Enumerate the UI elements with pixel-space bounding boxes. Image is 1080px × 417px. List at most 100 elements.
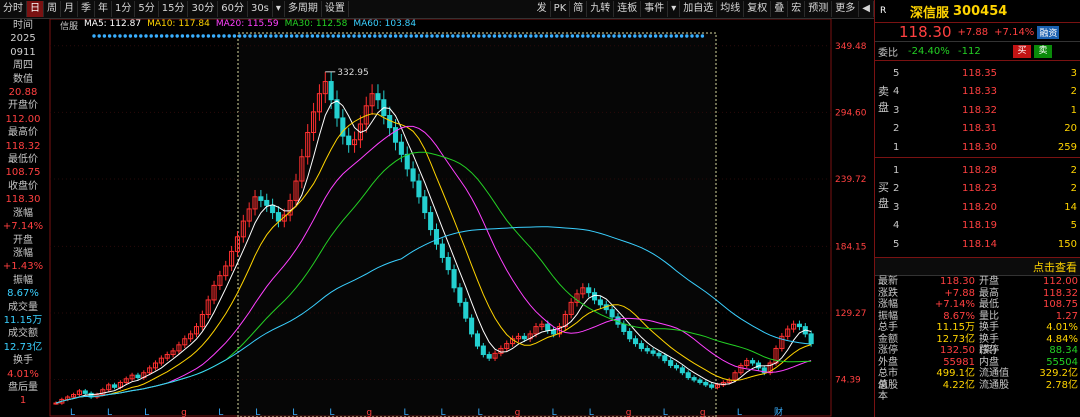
event-tag: L: [107, 408, 112, 417]
stat-label: 跌停: [979, 345, 999, 356]
tool-button[interactable]: 叠: [771, 1, 789, 17]
bid-level-row[interactable]: 1 118.28 2: [893, 161, 1079, 179]
bid-level-row[interactable]: 4 118.19 5: [893, 217, 1079, 235]
candle-body: [486, 354, 492, 359]
y-tick-label: 294.60: [835, 108, 867, 118]
tool-button[interactable]: 简: [570, 1, 588, 17]
ask-level-row[interactable]: 5 118.35 3: [893, 64, 1079, 82]
bid-level-row[interactable]: 3 118.20 14: [893, 198, 1079, 216]
candle-body: [545, 323, 551, 331]
bid-price: 118.19: [962, 220, 997, 231]
ask-level-row[interactable]: 1 118.30 259: [893, 138, 1079, 156]
stat-value: 112.00: [1043, 276, 1078, 287]
event-marker: [534, 34, 538, 38]
sell-button[interactable]: 卖: [1034, 44, 1052, 58]
tool-button[interactable]: ▾: [668, 1, 681, 17]
period-tab[interactable]: 日: [27, 1, 44, 17]
event-marker: [102, 34, 107, 38]
candle-body: [111, 384, 118, 388]
order-ratio-row: 委比 -24.40% -112 买 卖: [875, 42, 1080, 61]
candle-body: [474, 333, 481, 347]
event-marker: [539, 34, 543, 38]
info-label: 时间: [13, 20, 33, 31]
tool-button[interactable]: 发: [534, 1, 551, 17]
ask-level-row[interactable]: 4 118.33 2: [893, 83, 1079, 101]
ratio-label: 委比: [878, 47, 898, 59]
click-to-view[interactable]: 点击查看: [875, 257, 1080, 276]
period-tab[interactable]: 年: [95, 1, 112, 17]
ask-level-row[interactable]: 2 118.31 20: [893, 120, 1079, 138]
ask-level-row[interactable]: 3 118.32 1: [893, 101, 1079, 119]
info-value: 1: [19, 395, 27, 407]
tool-button[interactable]: 事件: [641, 1, 669, 17]
book-divider: [875, 157, 1080, 158]
event-marker: [581, 34, 585, 38]
event-marker: [191, 34, 195, 38]
event-marker: [321, 34, 325, 38]
candle-body: [697, 379, 703, 383]
click-to-view-label[interactable]: 点击查看: [1033, 259, 1077, 275]
period-tab[interactable]: 5分: [135, 1, 159, 17]
bid-price: 118.23: [962, 183, 997, 194]
event-marker: [638, 34, 642, 38]
info-label: 成交额: [8, 328, 38, 340]
bid-vol: 2: [1070, 164, 1077, 176]
period-tab[interactable]: ▾: [273, 1, 285, 17]
period-tab[interactable]: 季: [78, 1, 95, 17]
period-tab[interactable]: 15分: [159, 1, 189, 17]
tool-button[interactable]: PK: [551, 1, 571, 17]
event-marker: [471, 34, 476, 38]
candle-body: [750, 360, 756, 364]
bid-level-row[interactable]: 5 118.14 150: [893, 235, 1079, 253]
event-marker: [633, 34, 637, 38]
buy-side-label: 买盘: [878, 181, 889, 210]
period-tab[interactable]: 多周期: [285, 1, 322, 17]
tool-button[interactable]: 均线: [717, 1, 745, 17]
stat-label: 换手: [979, 322, 999, 333]
tool-button[interactable]: ◀: [859, 1, 874, 17]
info-value: 20.88: [8, 87, 38, 99]
stat-label: 最新: [878, 276, 898, 287]
event-tag: L: [478, 408, 483, 417]
event-marker: [461, 34, 465, 38]
kline-chart[interactable]: 349.48 294.60 239.72 184.15 129.27 74.39 332.9…: [46, 19, 874, 417]
tool-button[interactable]: 复权: [744, 1, 772, 17]
tool-button[interactable]: 预测: [805, 1, 833, 17]
price-change: +7.88: [957, 26, 989, 38]
tool-button[interactable]: 加自选: [680, 1, 718, 17]
period-tab[interactable]: 30分: [188, 1, 219, 17]
tool-button[interactable]: 更多: [832, 1, 860, 17]
ask-price: 118.35: [962, 67, 997, 79]
event-marker: [570, 34, 575, 38]
ask-price: 118.32: [962, 104, 997, 116]
period-tab[interactable]: 60分: [218, 1, 248, 17]
period-tab[interactable]: 周: [44, 1, 61, 17]
bid-level-row[interactable]: 2 118.23 2: [893, 180, 1079, 198]
event-marker: [466, 34, 471, 38]
stat-label: 量比: [979, 310, 999, 322]
candle-body: [638, 343, 644, 349]
candle-body: [673, 364, 680, 369]
info-value: 118.30: [5, 194, 41, 206]
period-tab[interactable]: 分时: [0, 1, 27, 17]
event-marker: [695, 34, 699, 38]
event-marker: [404, 34, 408, 38]
bid-level: 4: [893, 220, 900, 231]
buy-button[interactable]: 买: [1013, 44, 1031, 58]
period-tab[interactable]: 设置: [322, 1, 349, 17]
tool-button[interactable]: 宏: [788, 1, 806, 17]
tool-button[interactable]: 九转: [587, 1, 615, 17]
period-tab[interactable]: 月: [61, 1, 78, 17]
stat-row: 总手 11.15万 换手 4.01%: [875, 322, 1080, 334]
stat-row: 涨幅 +7.14% 最低 108.75: [875, 299, 1080, 311]
event-marker: [445, 34, 450, 38]
period-tab[interactable]: 30s: [248, 1, 273, 17]
stat-value: 2.78亿: [1045, 379, 1078, 391]
event-marker: [388, 34, 393, 38]
tool-button[interactable]: 连板: [614, 1, 642, 17]
candle-body: [404, 153, 410, 170]
candle-body: [270, 204, 276, 214]
ask-level: 5: [893, 67, 900, 79]
candle-body: [82, 390, 88, 394]
period-tab[interactable]: 1分: [112, 1, 136, 17]
